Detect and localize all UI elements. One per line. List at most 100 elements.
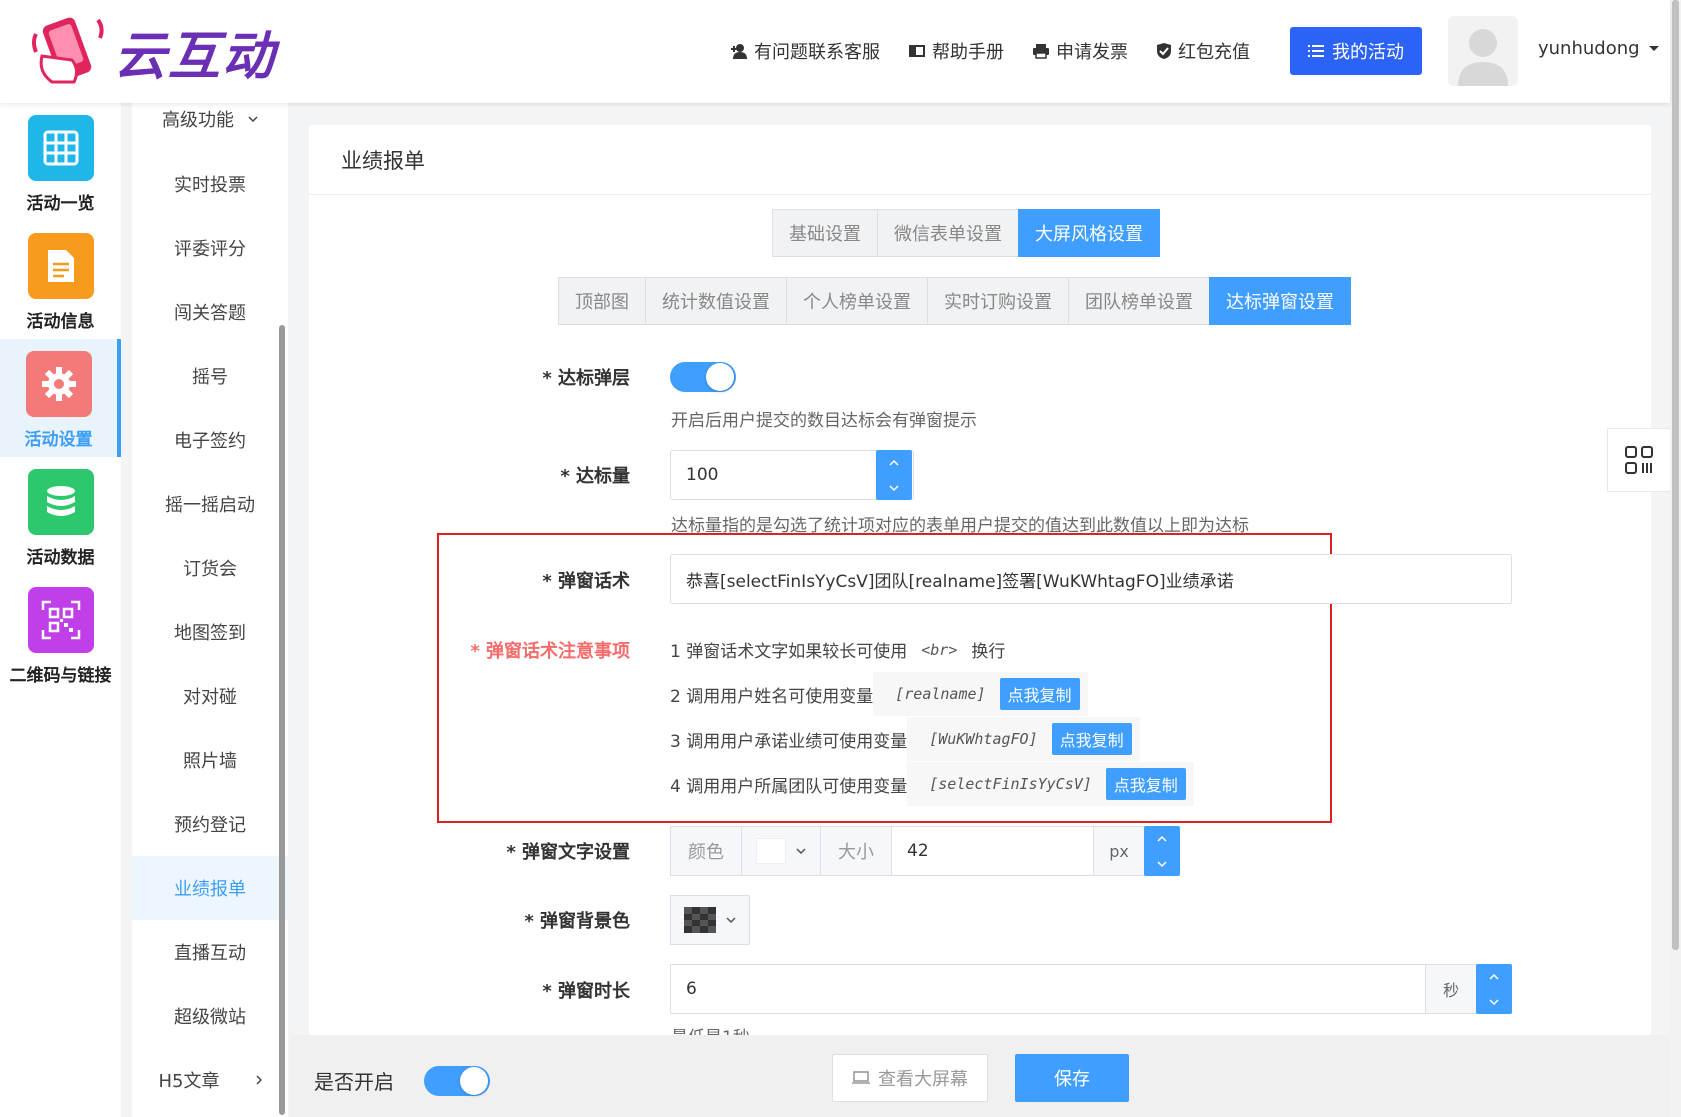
rail-item-activity-overview[interactable]: 活动一览 (0, 103, 121, 221)
font-size-value: 42 (907, 841, 929, 861)
add-user-icon (731, 44, 747, 59)
tab-stat-values[interactable]: 统计数值设置 (645, 277, 787, 325)
contact-support-link[interactable]: 有问题联系客服 (730, 38, 880, 64)
avatar[interactable] (1448, 16, 1518, 86)
rail-label: 活动一览 (26, 194, 95, 214)
note-code: [WuKWhtagFO] (929, 730, 1038, 748)
menu-item-label: 业绩报单 (174, 879, 246, 900)
chevron-down-icon (726, 917, 736, 923)
menu-item-quiz[interactable]: 闯关答题 (132, 280, 288, 344)
help-manual-link[interactable]: 帮助手册 (908, 38, 1004, 64)
rail-item-activity-settings[interactable]: 活动设置 (0, 339, 121, 457)
rail-label: 活动设置 (24, 430, 93, 450)
copy-team-button[interactable]: 点我复制 (1105, 768, 1186, 800)
tab-personal-ranking[interactable]: 个人榜单设置 (786, 277, 928, 325)
tab-wechat-form-settings[interactable]: 微信表单设置 (877, 209, 1019, 257)
note-code: [realname] (895, 685, 986, 703)
list-icon (1308, 45, 1324, 57)
tab-team-ranking[interactable]: 团队榜单设置 (1068, 277, 1210, 325)
target-stepper[interactable] (876, 450, 912, 500)
enable-label: 是否开启 (314, 1070, 394, 1094)
rail-item-activity-data[interactable]: 活动数据 (0, 457, 121, 575)
book-icon (909, 45, 925, 57)
tab-target-popup[interactable]: 达标弹窗设置 (1209, 277, 1351, 325)
menu-item-shake[interactable]: 摇一摇启动 (132, 472, 288, 536)
tab-realtime-order[interactable]: 实时订购设置 (927, 277, 1069, 325)
menu-item-label: H5文章 (158, 1071, 220, 1092)
duration-input[interactable]: 6 (670, 964, 1426, 1014)
menu-item-label: 对对碰 (183, 687, 237, 708)
menu-item-label: 闯关答题 (174, 303, 246, 324)
menu-item-label: 照片墙 (183, 751, 237, 772)
caret-down-icon (1648, 45, 1659, 51)
tab-top-image[interactable]: 顶部图 (558, 277, 646, 325)
size-label: 大小 (838, 842, 874, 863)
rail-label: 二维码与链接 (9, 666, 112, 686)
my-activity-button[interactable]: 我的活动 (1290, 27, 1422, 75)
bg-color-picker[interactable] (670, 895, 750, 945)
menu-item-label: 电子签约 (174, 431, 246, 452)
page-title: 业绩报单 (341, 149, 425, 173)
menu-item-judge-score[interactable]: 评委评分 (132, 216, 288, 280)
help-manual-label: 帮助手册 (932, 42, 1004, 63)
text-color-picker[interactable] (741, 826, 821, 876)
popup-text-value: 恭喜[selectFinIsYyCsV]团队[realname]签署[WuKWh… (686, 571, 1234, 592)
copy-performance-button[interactable]: 点我复制 (1051, 723, 1132, 755)
note-line-3: 3 调用用户承诺业绩可使用变量 [WuKWhtagFO] 点我复制 (670, 717, 1140, 761)
note-text: 1 弹窗话术文字如果较长可使用 (670, 642, 908, 662)
font-size-stepper[interactable] (1144, 826, 1180, 876)
menu-item-match[interactable]: 对对碰 (132, 664, 288, 728)
menu-item-live[interactable]: 直播互动 (132, 920, 288, 984)
shield-check-icon (1157, 43, 1171, 59)
color-swatch-white (756, 838, 786, 864)
chevron-down-icon (248, 116, 258, 122)
menu-item-photo-wall[interactable]: 照片墙 (132, 728, 288, 792)
logo[interactable]: 云互动 (28, 12, 276, 90)
popup-text-input[interactable]: 恭喜[selectFinIsYyCsV]团队[realname]签署[WuKWh… (670, 554, 1512, 604)
size-addon: 大小 (820, 826, 892, 876)
popup-layer-hint: 开启后用户提交的数目达标会有弹窗提示 (671, 411, 977, 431)
user-menu[interactable]: yunhudong (1538, 38, 1660, 59)
menu-item-h5-article[interactable]: H5文章 (132, 1048, 288, 1112)
invoice-link[interactable]: 申请发票 (1032, 38, 1128, 64)
recharge-link[interactable]: 红包充值 (1156, 38, 1250, 64)
rail-item-qrcode[interactable]: 二维码与链接 (0, 575, 121, 693)
menu-item-reservation[interactable]: 预约登记 (132, 792, 288, 856)
color-label: 颜色 (688, 842, 724, 863)
menu-item-performance-report[interactable]: 业绩报单 (132, 856, 288, 920)
seconds-label: 秒 (1442, 981, 1459, 1000)
chevron-up-icon (889, 459, 899, 466)
user-avatar-icon (1458, 29, 1508, 86)
invoice-label: 申请发票 (1056, 42, 1128, 63)
my-activity-label: 我的活动 (1332, 42, 1404, 63)
secondary-menu: 高级功能 实时投票 评委评分 闯关答题 摇号 电子签约 摇一摇启动 订货会 地图… (132, 103, 288, 1117)
copy-realname-button[interactable]: 点我复制 (999, 678, 1080, 710)
menu-item-map-checkin[interactable]: 地图签到 (132, 600, 288, 664)
page-scrollbar[interactable] (1670, 0, 1681, 1117)
menu-item-micro-site[interactable]: 超级微站 (132, 984, 288, 1048)
document-icon (27, 233, 94, 299)
toggle-knob (460, 1067, 488, 1095)
username: yunhudong (1538, 38, 1640, 59)
menu-scrollbar[interactable] (279, 325, 285, 1115)
qr-float-button[interactable] (1607, 428, 1671, 492)
popup-layer-toggle[interactable] (670, 362, 736, 392)
duration-stepper[interactable] (1476, 964, 1512, 1014)
note-code: [selectFinIsYyCsV] (929, 775, 1092, 793)
tab-screen-style-settings[interactable]: 大屏风格设置 (1018, 209, 1160, 257)
menu-item-e-sign[interactable]: 电子签约 (132, 408, 288, 472)
menu-item-order-fair[interactable]: 订货会 (132, 536, 288, 600)
tab-basic-settings[interactable]: 基础设置 (772, 209, 878, 257)
menu-item-realtime-vote[interactable]: 实时投票 (132, 152, 288, 216)
menu-item-lottery[interactable]: 摇号 (132, 344, 288, 408)
secondary-tabs: 顶部图 统计数值设置 个人榜单设置 实时订购设置 团队榜单设置 达标弹窗设置 (558, 277, 1351, 325)
rail-item-activity-info[interactable]: 活动信息 (0, 221, 121, 339)
save-button[interactable]: 保存 (1015, 1054, 1129, 1102)
view-screen-button[interactable]: 查看大屏幕 (832, 1054, 988, 1102)
font-size-input[interactable]: 42 (891, 826, 1094, 876)
notes-label: * 弹窗话术注意事项 (470, 641, 630, 662)
scrollbar-thumb[interactable] (1672, 0, 1679, 950)
chevron-down-icon (1489, 998, 1499, 1005)
enable-toggle[interactable] (424, 1066, 490, 1096)
menu-item-label: 超级微站 (174, 1007, 246, 1028)
